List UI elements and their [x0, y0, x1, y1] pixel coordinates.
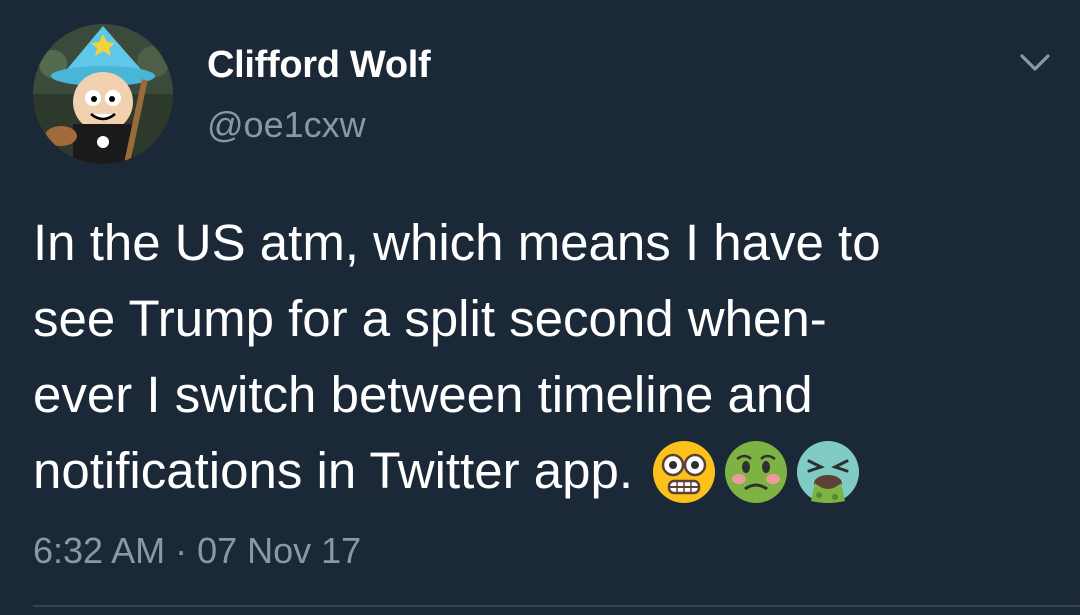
- tweet-card: Clifford Wolf @oe1cxw In the US atm, whi…: [0, 0, 1080, 615]
- tweet-text-line: In the US atm, which means I have to: [33, 214, 881, 271]
- vomiting-face-icon: [797, 441, 860, 504]
- divider: [33, 605, 1080, 607]
- author-display-name[interactable]: Clifford Wolf: [207, 44, 431, 87]
- tweet-text-line: see Trump for a split second when-: [33, 290, 827, 347]
- flushed-face-icon: [653, 441, 716, 504]
- author-handle[interactable]: @oe1cxw: [207, 104, 366, 146]
- chevron-down-icon[interactable]: [1018, 50, 1052, 76]
- tweet-text-line: ever I switch between timeline and: [33, 366, 813, 423]
- avatar[interactable]: [33, 24, 173, 164]
- tweet-timestamp[interactable]: 6:32 AM · 07 Nov 17: [33, 530, 361, 572]
- tweet-text: In the US atm, which means I have to see…: [33, 205, 1053, 513]
- wizard-cartoon-avatar-icon: [33, 24, 173, 164]
- tweet-text-line-last: notifications in Twitter app.: [33, 433, 1053, 513]
- nauseated-face-icon: [725, 441, 788, 504]
- tweet-text-line: notifications in Twitter app.: [33, 442, 634, 499]
- emoji-row: [651, 431, 867, 507]
